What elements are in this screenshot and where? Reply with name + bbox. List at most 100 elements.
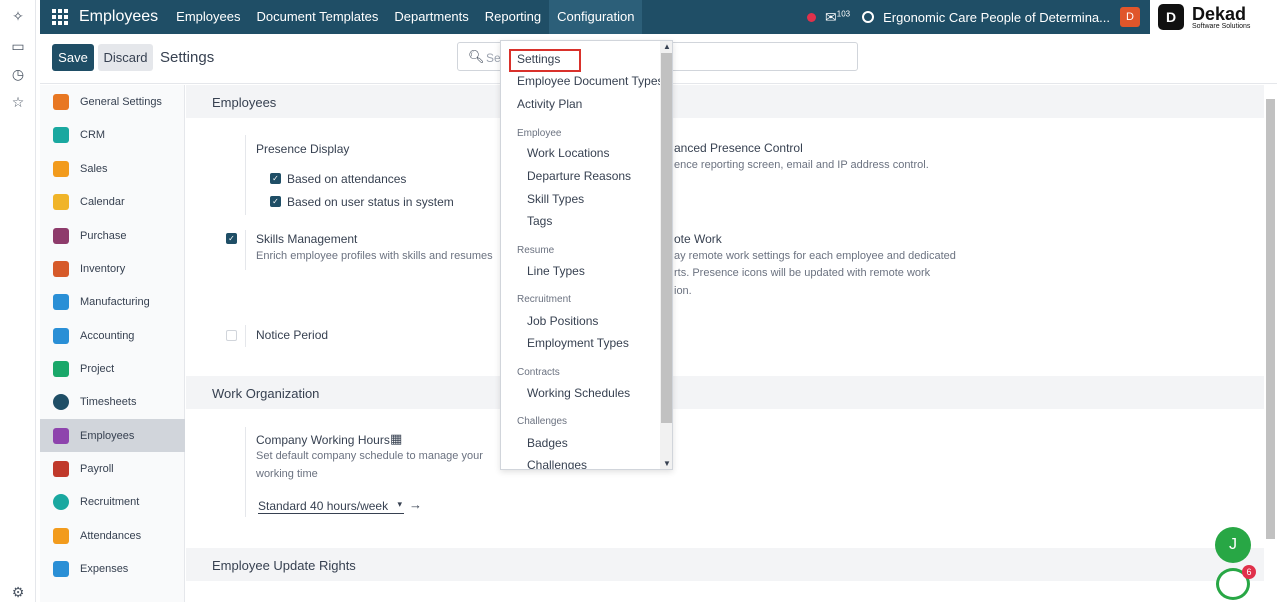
sidebar-item-label: Expenses xyxy=(80,562,129,575)
divider xyxy=(245,427,246,517)
settings-content: Employees Presence Display ✓ Based on at… xyxy=(186,85,1264,602)
configuration-dropdown: Settings Employee Document Types Activit… xyxy=(500,40,673,470)
working-schedule-value: Standard 40 hours/week xyxy=(258,499,389,513)
sidebar-item-project[interactable]: Project xyxy=(40,352,185,385)
gear-icon[interactable]: ⚙ xyxy=(10,584,26,600)
dropdown-header-resume: Resume xyxy=(517,245,555,256)
sidebar-item-attendances[interactable]: Attendances xyxy=(40,519,185,552)
scroll-down-icon[interactable]: ▼ xyxy=(663,459,671,468)
sidebar-item-sales[interactable]: Sales xyxy=(40,152,185,185)
remote-work-description-3: ion. xyxy=(674,285,692,297)
sales-icon xyxy=(53,160,69,177)
dropdown-header-employee: Employee xyxy=(517,128,562,139)
dropdown-scrollbar-thumb[interactable] xyxy=(661,53,672,423)
sparkle-icon[interactable]: ✧ xyxy=(10,8,26,24)
dropdown-item-line-types[interactable]: Line Types xyxy=(527,264,672,278)
status-dot-icon[interactable] xyxy=(807,12,817,22)
presence-display-label: Presence Display xyxy=(256,142,350,156)
purchase-icon xyxy=(53,227,69,244)
dropdown-item-skill-types[interactable]: Skill Types xyxy=(527,192,672,206)
sidebar-item-purchase[interactable]: Purchase xyxy=(40,219,185,252)
menu-departments[interactable]: Departments xyxy=(386,0,476,34)
chat-avatar-button[interactable]: J xyxy=(1215,527,1251,563)
sidebar-item-label: Payroll xyxy=(80,462,114,475)
dropdown-item-challenges[interactable]: Challenges xyxy=(527,458,672,469)
company-switcher[interactable]: Ergonomic Care People of Determina... xyxy=(883,10,1110,25)
inventory-icon xyxy=(53,260,69,277)
app-name[interactable]: Employees xyxy=(79,8,158,26)
section-title: Work Organization xyxy=(212,386,320,401)
notice-period-label: Notice Period xyxy=(256,328,329,342)
history-icon[interactable]: ◷ xyxy=(10,66,26,82)
inbox-icon[interactable]: ▭ xyxy=(10,38,26,54)
dropdown-item-activity-plan[interactable]: Activity Plan xyxy=(517,97,672,111)
menu-document-templates[interactable]: Document Templates xyxy=(248,0,386,34)
dropdown-item-employee-document-types[interactable]: Employee Document Types xyxy=(517,74,672,88)
sidebar-item-label: Employees xyxy=(80,429,135,442)
dropdown-item-badges[interactable]: Badges xyxy=(527,436,672,450)
sidebar-item-inventory[interactable]: Inventory xyxy=(40,252,185,285)
sidebar-item-expenses[interactable]: Expenses xyxy=(40,552,185,585)
dropdown-item-tags[interactable]: Tags xyxy=(527,214,672,228)
section-header-work-organization: Work Organization xyxy=(186,376,1264,409)
general-settings-icon xyxy=(53,93,69,110)
messages-count: 103 xyxy=(836,8,851,18)
left-rail: ✧ ▭ ◷ ☆ ⚙ xyxy=(0,0,36,602)
sidebar-item-label: Inventory xyxy=(80,262,126,275)
dropdown-item-working-schedules[interactable]: Working Schedules xyxy=(527,386,672,400)
discard-button[interactable]: Discard xyxy=(98,44,153,71)
sidebar-item-calendar[interactable]: Calendar xyxy=(40,185,185,218)
apps-menu-icon[interactable] xyxy=(52,9,68,25)
based-on-status-checkbox[interactable]: ✓ xyxy=(270,196,281,207)
save-button[interactable]: Save xyxy=(52,44,94,71)
sidebar-item-timesheets[interactable]: Timesheets xyxy=(40,385,185,418)
recruitment-icon xyxy=(53,493,69,510)
dropdown-header-challenges: Challenges xyxy=(517,416,568,427)
brand-name: Dekad xyxy=(1192,3,1247,24)
dropdown-item-employment-types[interactable]: Employment Types xyxy=(527,336,672,350)
sidebar-item-recruitment[interactable]: Recruitment xyxy=(40,485,185,518)
main-menu: Employees Document Templates Departments… xyxy=(168,0,643,34)
page-title: Settings xyxy=(160,49,215,66)
arrow-right-icon[interactable]: → xyxy=(409,497,422,512)
scroll-up-icon[interactable]: ▲ xyxy=(663,42,671,51)
messages-icon[interactable]: ✉103 xyxy=(825,9,850,26)
sidebar-item-label: Attendances xyxy=(80,529,142,542)
sidebar-item-general-settings[interactable]: General Settings xyxy=(40,85,185,118)
dropdown-item-departure-reasons[interactable]: Departure Reasons xyxy=(527,169,672,183)
sidebar-item-accounting[interactable]: Accounting xyxy=(40,319,185,352)
sidebar-item-label: Project xyxy=(80,362,115,375)
user-avatar[interactable]: D xyxy=(1120,7,1140,27)
star-icon[interactable]: ☆ xyxy=(10,94,26,110)
skills-management-label: Skills Management xyxy=(256,232,358,246)
dropdown-scrollbar[interactable] xyxy=(660,41,672,469)
dropdown-header-contracts: Contracts xyxy=(517,367,560,378)
based-on-attendances-checkbox[interactable]: ✓ xyxy=(270,173,281,184)
notice-period-checkbox[interactable] xyxy=(226,330,237,341)
project-icon xyxy=(53,360,69,377)
skills-management-checkbox[interactable]: ✓ xyxy=(226,233,237,244)
menu-employees[interactable]: Employees xyxy=(168,0,248,34)
brand-tagline: Software Solutions xyxy=(1192,22,1251,30)
menu-configuration[interactable]: Configuration xyxy=(549,0,643,34)
sidebar-item-employees[interactable]: Employees xyxy=(40,419,185,452)
activity-clock-icon[interactable] xyxy=(862,11,875,23)
scrollbar-thumb[interactable] xyxy=(1266,99,1275,539)
dropdown-header-recruitment: Recruitment xyxy=(517,294,571,305)
dropdown-item-work-locations[interactable]: Work Locations xyxy=(527,146,672,160)
payroll-icon xyxy=(53,460,69,477)
dropdown-item-job-positions[interactable]: Job Positions xyxy=(527,314,672,328)
sidebar-item-payroll[interactable]: Payroll xyxy=(40,452,185,485)
section-header-employees: Employees xyxy=(186,85,1264,118)
advanced-presence-label: anced Presence Control xyxy=(674,141,803,155)
working-schedule-select[interactable]: Standard 40 hours/week ▾ xyxy=(258,499,404,514)
caret-down-icon: ▾ xyxy=(397,499,402,509)
timesheets-icon xyxy=(53,393,69,410)
main-scrollbar[interactable] xyxy=(1264,85,1277,602)
sidebar-item-label: Manufacturing xyxy=(80,295,150,308)
menu-reporting[interactable]: Reporting xyxy=(477,0,549,34)
manufacturing-icon xyxy=(53,293,69,310)
sidebar-item-crm[interactable]: CRM xyxy=(40,118,185,151)
crm-icon xyxy=(53,126,69,143)
sidebar-item-manufacturing[interactable]: Manufacturing xyxy=(40,285,185,318)
